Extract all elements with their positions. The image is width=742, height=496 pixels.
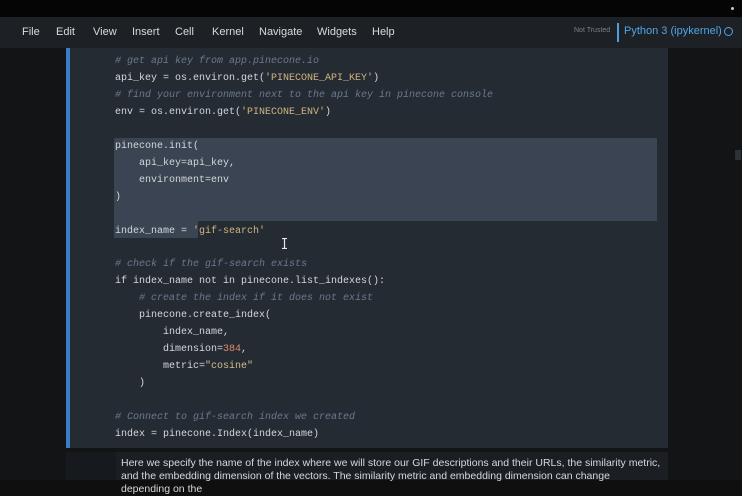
code-line: ) — [115, 378, 146, 390]
code-line: metric="cosine" — [115, 361, 254, 373]
code-line: ) — [115, 191, 122, 203]
code-line: index_name, — [115, 327, 230, 339]
menu-help[interactable]: Help — [372, 26, 395, 38]
code-line: env = os.environ.get('PINECONE_ENV') — [115, 106, 332, 118]
kernel-idle-icon — [724, 27, 733, 36]
menu-file[interactable]: File — [22, 26, 40, 38]
markdown-text: Here we specify the name of the index wh… — [121, 457, 661, 495]
code-line: pinecone.init( — [115, 140, 200, 152]
kernel-name[interactable]: Python 3 (ipykernel) — [624, 25, 722, 37]
window-dot-icon — [731, 7, 734, 10]
code-line: if index_name not in pinecone.list_index… — [115, 276, 386, 288]
code-line: index = pinecone.Index(index_name) — [115, 428, 320, 440]
menu-navigate[interactable]: Navigate — [259, 26, 302, 38]
menu-view[interactable]: View — [93, 26, 117, 38]
menu-insert[interactable]: Insert — [132, 26, 160, 38]
text-cursor-icon — [282, 238, 287, 249]
code-line: # find your environment next to the api … — [115, 89, 494, 101]
code-line: environment=env — [115, 174, 230, 186]
markdown-cell-prompt — [66, 452, 116, 480]
code-line: dimension=384, — [115, 344, 248, 356]
code-line: pinecone.create_index( — [115, 310, 272, 322]
code-line: api_key = os.environ.get('PINECONE_API_K… — [115, 72, 380, 84]
window-top-bar — [0, 0, 742, 17]
code-line: index_name = 'gif-search' — [115, 225, 266, 237]
menu-cell[interactable]: Cell — [175, 26, 194, 38]
menu-widgets[interactable]: Widgets — [317, 26, 357, 38]
menu-kernel[interactable]: Kernel — [212, 26, 244, 38]
code-line: api_key=api_key, — [115, 157, 236, 169]
code-line: # check if the gif-search exists — [115, 259, 308, 271]
kernel-separator — [617, 23, 619, 42]
code-line: # create the index if it does not exist — [115, 293, 374, 305]
menu-bar: File Edit View Insert Cell Kernel Naviga… — [0, 17, 742, 48]
trust-status[interactable]: Not Trusted — [574, 27, 610, 34]
menu-edit[interactable]: Edit — [56, 26, 75, 38]
code-line: # get api key from app.pinecone.io — [115, 56, 320, 67]
cell-selected-indicator — [66, 48, 70, 448]
code-line: # Connect to gif-search index we created — [115, 411, 356, 423]
scrollbar-thumb[interactable] — [735, 150, 741, 160]
